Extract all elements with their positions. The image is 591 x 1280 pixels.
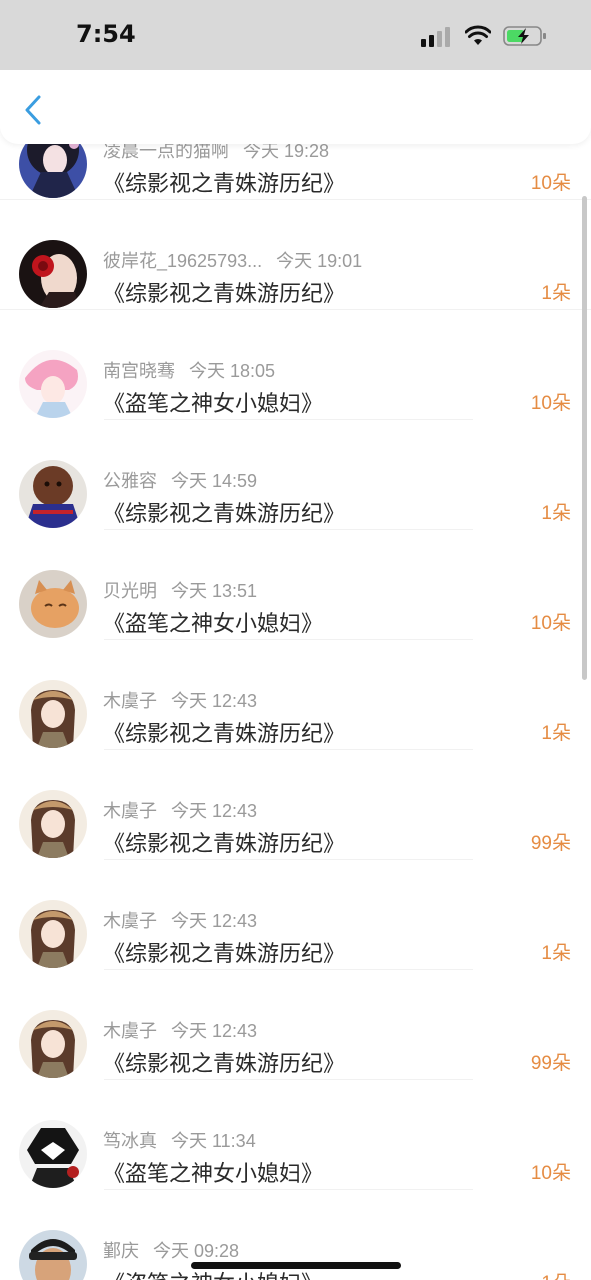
record-meta: 木虞子 今天 12:43	[103, 1017, 257, 1043]
user-name: 木虞子	[103, 911, 157, 931]
record-time: 今天 12:43	[171, 801, 258, 821]
gift-record-screen: 7:54 凌晨一点的猫啊 今天 19:28 《综影视之青姝游历纪》 10朵 彼岸…	[0, 0, 591, 1280]
gift-record-list: 凌晨一点的猫啊 今天 19:28 《综影视之青姝游历纪》 10朵 彼岸花_1962…	[0, 90, 591, 1280]
avatar	[19, 570, 87, 638]
flower-count: 1朵	[541, 283, 571, 304]
user-name: 彼岸花_19625793...	[103, 251, 263, 271]
avatar	[19, 900, 87, 968]
avatar	[19, 1230, 87, 1280]
book-title: 《综影视之青姝游历纪》	[103, 831, 346, 856]
list-item[interactable]: 公雅容 今天 14:59 《综影视之青姝游历纪》 1朵	[0, 420, 591, 530]
book-title: 《综影视之青姝游历纪》	[103, 721, 346, 746]
nav-header	[0, 68, 591, 144]
flower-count: 99朵	[530, 833, 571, 854]
status-icons	[421, 22, 547, 50]
record-meta: 贝光明 今天 13:51	[103, 577, 257, 603]
list-item[interactable]: 木虞子 今天 12:43 《综影视之青姝游历纪》 1朵	[0, 860, 591, 970]
avatar	[19, 460, 87, 528]
avatar	[19, 350, 87, 418]
flower-count: 99朵	[530, 1053, 571, 1074]
user-name: 公雅容	[103, 471, 157, 491]
book-title: 《盗笔之神女小媳妇》	[103, 1161, 324, 1186]
list-item[interactable]: 贝光明 今天 13:51 《盗笔之神女小媳妇》 10朵	[0, 530, 591, 640]
list-item[interactable]: 木虞子 今天 12:43 《综影视之青姝游历纪》 99朵	[0, 970, 591, 1080]
record-meta: 木虞子 今天 12:43	[103, 687, 257, 713]
book-title: 《盗笔之神女小媳妇》	[103, 391, 324, 416]
record-meta: 公雅容 今天 14:59	[103, 467, 257, 493]
flower-count: 10朵	[530, 613, 571, 634]
record-time: 今天 12:43	[171, 911, 258, 931]
user-name: 凌晨一点的猫啊	[103, 141, 229, 161]
avatar	[19, 790, 87, 858]
record-time: 今天 18:05	[189, 361, 276, 381]
list-item[interactable]: 彼岸花_19625793... 今天 19:01 《综影视之青姝游历纪》 1朵	[0, 200, 591, 310]
record-time: 今天 13:51	[171, 581, 258, 601]
list-item[interactable]: 南宫晓骞 今天 18:05 《盗笔之神女小媳妇》 10朵	[0, 310, 591, 420]
record-meta: 彼岸花_19625793... 今天 19:01	[103, 247, 362, 273]
record-meta: 鄞庆 今天 09:28	[103, 1237, 239, 1263]
scrollbar[interactable]	[582, 196, 587, 680]
flower-count: 1朵	[541, 1268, 571, 1280]
back-button[interactable]	[16, 90, 50, 130]
flower-count: 10朵	[530, 393, 571, 414]
list-item[interactable]: 笃冰真 今天 11:34 《盗笔之神女小媳妇》 10朵	[0, 1080, 591, 1190]
record-meta: 木虞子 今天 12:43	[103, 907, 257, 933]
list-item[interactable]: 木虞子 今天 12:43 《综影视之青姝游历纪》 1朵	[0, 640, 591, 750]
book-title: 《综影视之青姝游历纪》	[103, 941, 346, 966]
avatar	[19, 1120, 87, 1188]
record-time: 今天 14:59	[171, 471, 258, 491]
book-title: 《盗笔之神女小媳妇》	[103, 611, 324, 636]
avatar	[19, 1010, 87, 1078]
record-time: 今天 19:28	[243, 141, 330, 161]
wifi-icon	[465, 25, 491, 45]
record-time: 今天 12:43	[171, 691, 258, 711]
record-time: 今天 19:01	[276, 251, 363, 271]
flower-count: 10朵	[530, 173, 571, 194]
status-bar: 7:54	[0, 0, 591, 70]
record-meta: 南宫晓骞 今天 18:05	[103, 357, 275, 383]
battery-charging-icon	[503, 26, 546, 46]
cellular-signal-icon	[421, 25, 453, 47]
record-time: 今天 12:43	[171, 1021, 258, 1041]
avatar	[19, 240, 87, 308]
list-item[interactable]: 木虞子 今天 12:43 《综影视之青姝游历纪》 99朵	[0, 750, 591, 860]
flower-count: 1朵	[541, 503, 571, 524]
home-indicator	[191, 1262, 401, 1269]
user-name: 鄞庆	[103, 1241, 139, 1261]
user-name: 木虞子	[103, 691, 157, 711]
chevron-left-icon	[25, 95, 41, 125]
avatar	[19, 680, 87, 748]
record-meta: 笃冰真 今天 11:34	[103, 1127, 256, 1153]
record-time: 今天 09:28	[153, 1241, 240, 1261]
user-name: 南宫晓骞	[103, 361, 175, 381]
book-title: 《综影视之青姝游历纪》	[103, 281, 346, 306]
record-time: 今天 11:34	[171, 1131, 256, 1151]
flower-count: 1朵	[541, 723, 571, 744]
flower-count: 10朵	[530, 1163, 571, 1184]
user-name: 木虞子	[103, 801, 157, 821]
status-time: 7:54	[76, 20, 136, 48]
book-title: 《综影视之青姝游历纪》	[103, 171, 346, 196]
user-name: 贝光明	[103, 581, 157, 601]
book-title: 《综影视之青姝游历纪》	[103, 1051, 346, 1076]
user-name: 木虞子	[103, 1021, 157, 1041]
flower-count: 1朵	[541, 943, 571, 964]
record-meta: 木虞子 今天 12:43	[103, 797, 257, 823]
book-title: 《综影视之青姝游历纪》	[103, 501, 346, 526]
user-name: 笃冰真	[103, 1131, 157, 1151]
